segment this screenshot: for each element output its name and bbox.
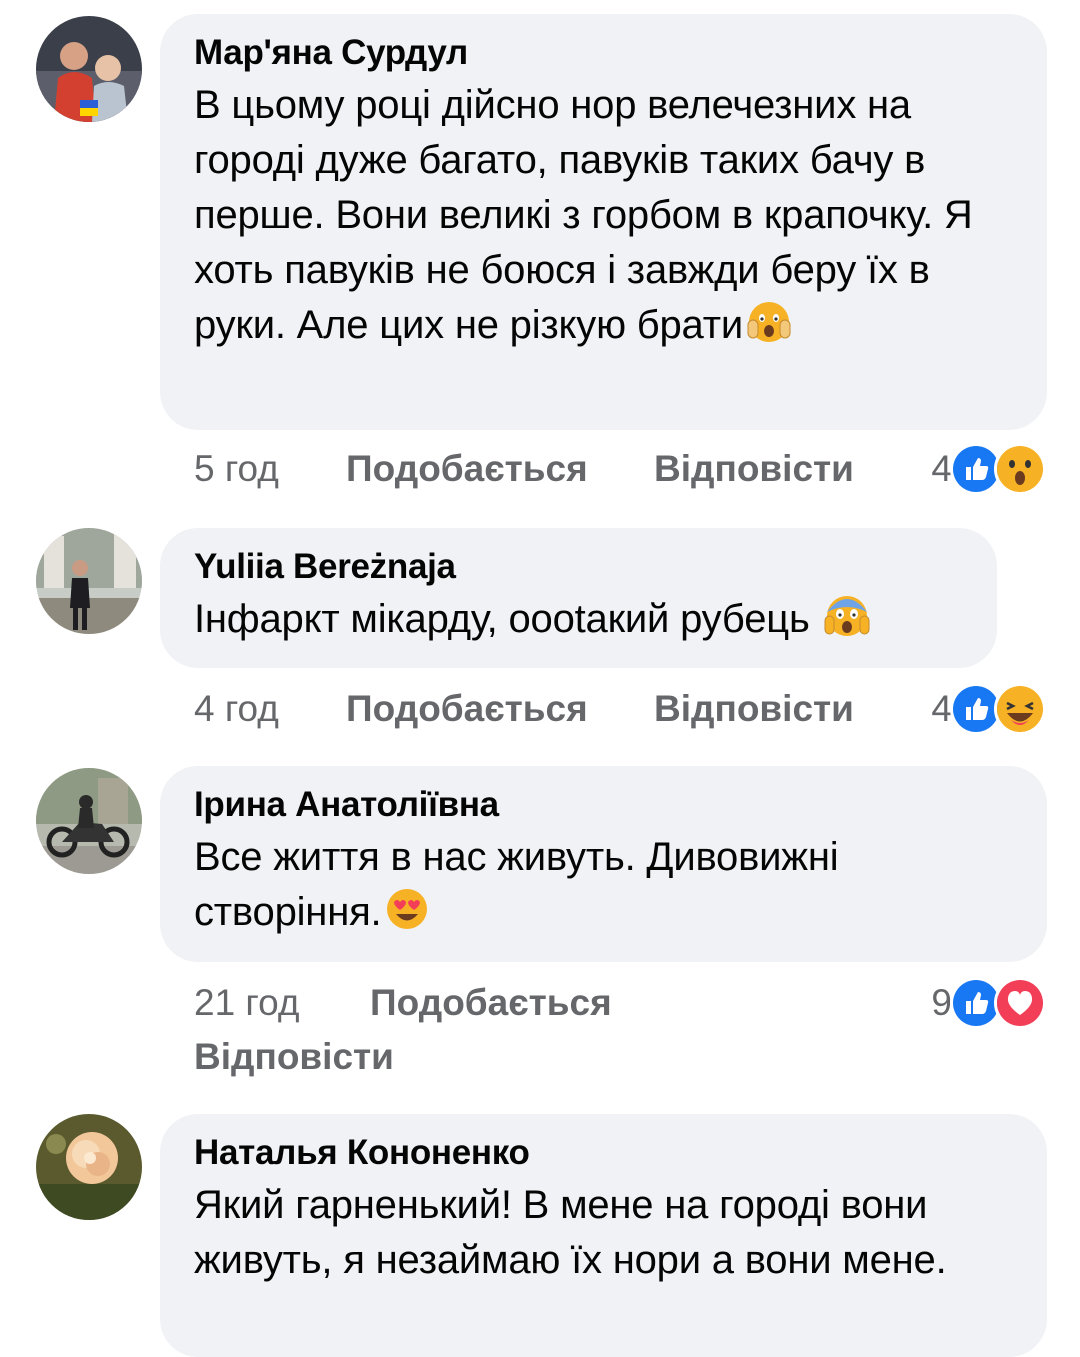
comment-bubble: Наталья Кононенко Який гарненький! В мен… xyxy=(160,1114,1047,1357)
heart-eyes-emoji xyxy=(383,885,431,933)
love-reaction-icon xyxy=(994,977,1046,1029)
avatar[interactable] xyxy=(36,768,142,874)
comment-bubble: Ірина Анатоліївна Все життя в нас живуть… xyxy=(160,766,1047,962)
comment-author[interactable]: Мар'яна Сурдул xyxy=(194,32,1013,74)
wow-reaction-icon xyxy=(994,443,1046,495)
face-screaming-in-fear-emoji xyxy=(823,592,871,640)
reply-button[interactable]: Відповісти xyxy=(654,686,854,732)
comment-text: В цьому році дійсно нор велечезних на го… xyxy=(194,83,973,347)
comment-author[interactable]: Yuliia Bereżnaja xyxy=(194,546,963,588)
face-screaming-hands-emoji xyxy=(745,298,793,346)
reply-button[interactable]: Відповісти xyxy=(194,1034,394,1080)
haha-reaction-icon xyxy=(994,683,1046,735)
comment-text: Який гарненький! В мене на городі вони ж… xyxy=(194,1183,947,1282)
reaction-summary[interactable]: 4 xyxy=(931,683,1046,735)
like-button[interactable]: Подобається xyxy=(346,686,588,732)
reaction-summary[interactable]: 9 xyxy=(931,977,1046,1029)
like-button[interactable]: Подобається xyxy=(346,446,588,492)
comment-actions: 21 год Подобається Відповісти xyxy=(194,980,894,1090)
comment-time[interactable]: 4 год xyxy=(194,686,279,732)
reaction-count: 4 xyxy=(931,448,952,489)
reaction-count: 4 xyxy=(931,688,952,729)
reaction-count: 9 xyxy=(931,982,952,1023)
comment-text: Інфаркт мікарду, оootакий рубець xyxy=(194,592,963,647)
avatar[interactable] xyxy=(36,1114,142,1220)
comment-author[interactable]: Ірина Анатоліївна xyxy=(194,784,1013,826)
comment-author[interactable]: Наталья Кононенко xyxy=(194,1132,1013,1174)
avatar[interactable] xyxy=(36,16,142,122)
like-button[interactable]: Подобається xyxy=(370,980,612,1026)
comment-bubble: Мар'яна Сурдул В цьому році дійсно нор в… xyxy=(160,14,1047,430)
comment-time[interactable]: 5 год xyxy=(194,446,279,492)
avatar[interactable] xyxy=(36,528,142,634)
comment-time[interactable]: 21 год xyxy=(194,980,299,1026)
reaction-summary[interactable]: 4 xyxy=(931,443,1046,495)
comment-text: Все життя в нас живуть. Дивовижні створі… xyxy=(194,835,839,934)
comment-bubble: Yuliia Bereżnaja Інфаркт мікарду, оootак… xyxy=(160,528,997,668)
reply-button[interactable]: Відповісти xyxy=(654,446,854,492)
